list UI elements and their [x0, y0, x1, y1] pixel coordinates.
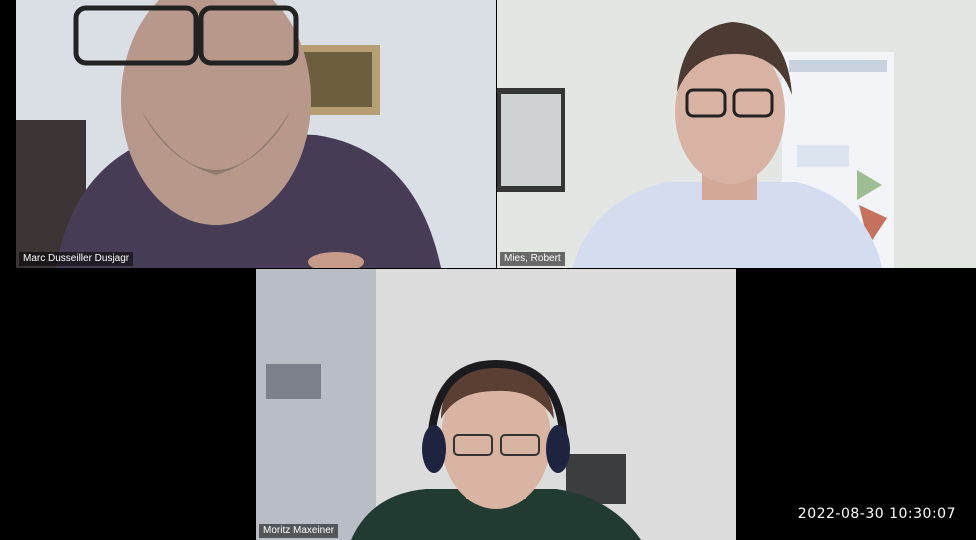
participant-name-label: Moritz Maxeiner: [259, 524, 339, 538]
participant-name-label: Mies, Robert: [500, 252, 565, 266]
video-tile-marc[interactable]: Marc Dusseiller Dusjagr: [16, 0, 496, 268]
video-tile-robert[interactable]: Mies, Robert: [497, 0, 976, 268]
video-feed-moritz: [256, 269, 736, 540]
video-tile-moritz[interactable]: Moritz Maxeiner: [256, 269, 736, 540]
timestamp: 2022-08-30 10:30:07: [797, 506, 956, 522]
video-feed-marc: [16, 0, 496, 268]
video-feed-robert: [497, 0, 976, 268]
participant-name-label: Marc Dusseiller Dusjagr: [19, 252, 134, 266]
